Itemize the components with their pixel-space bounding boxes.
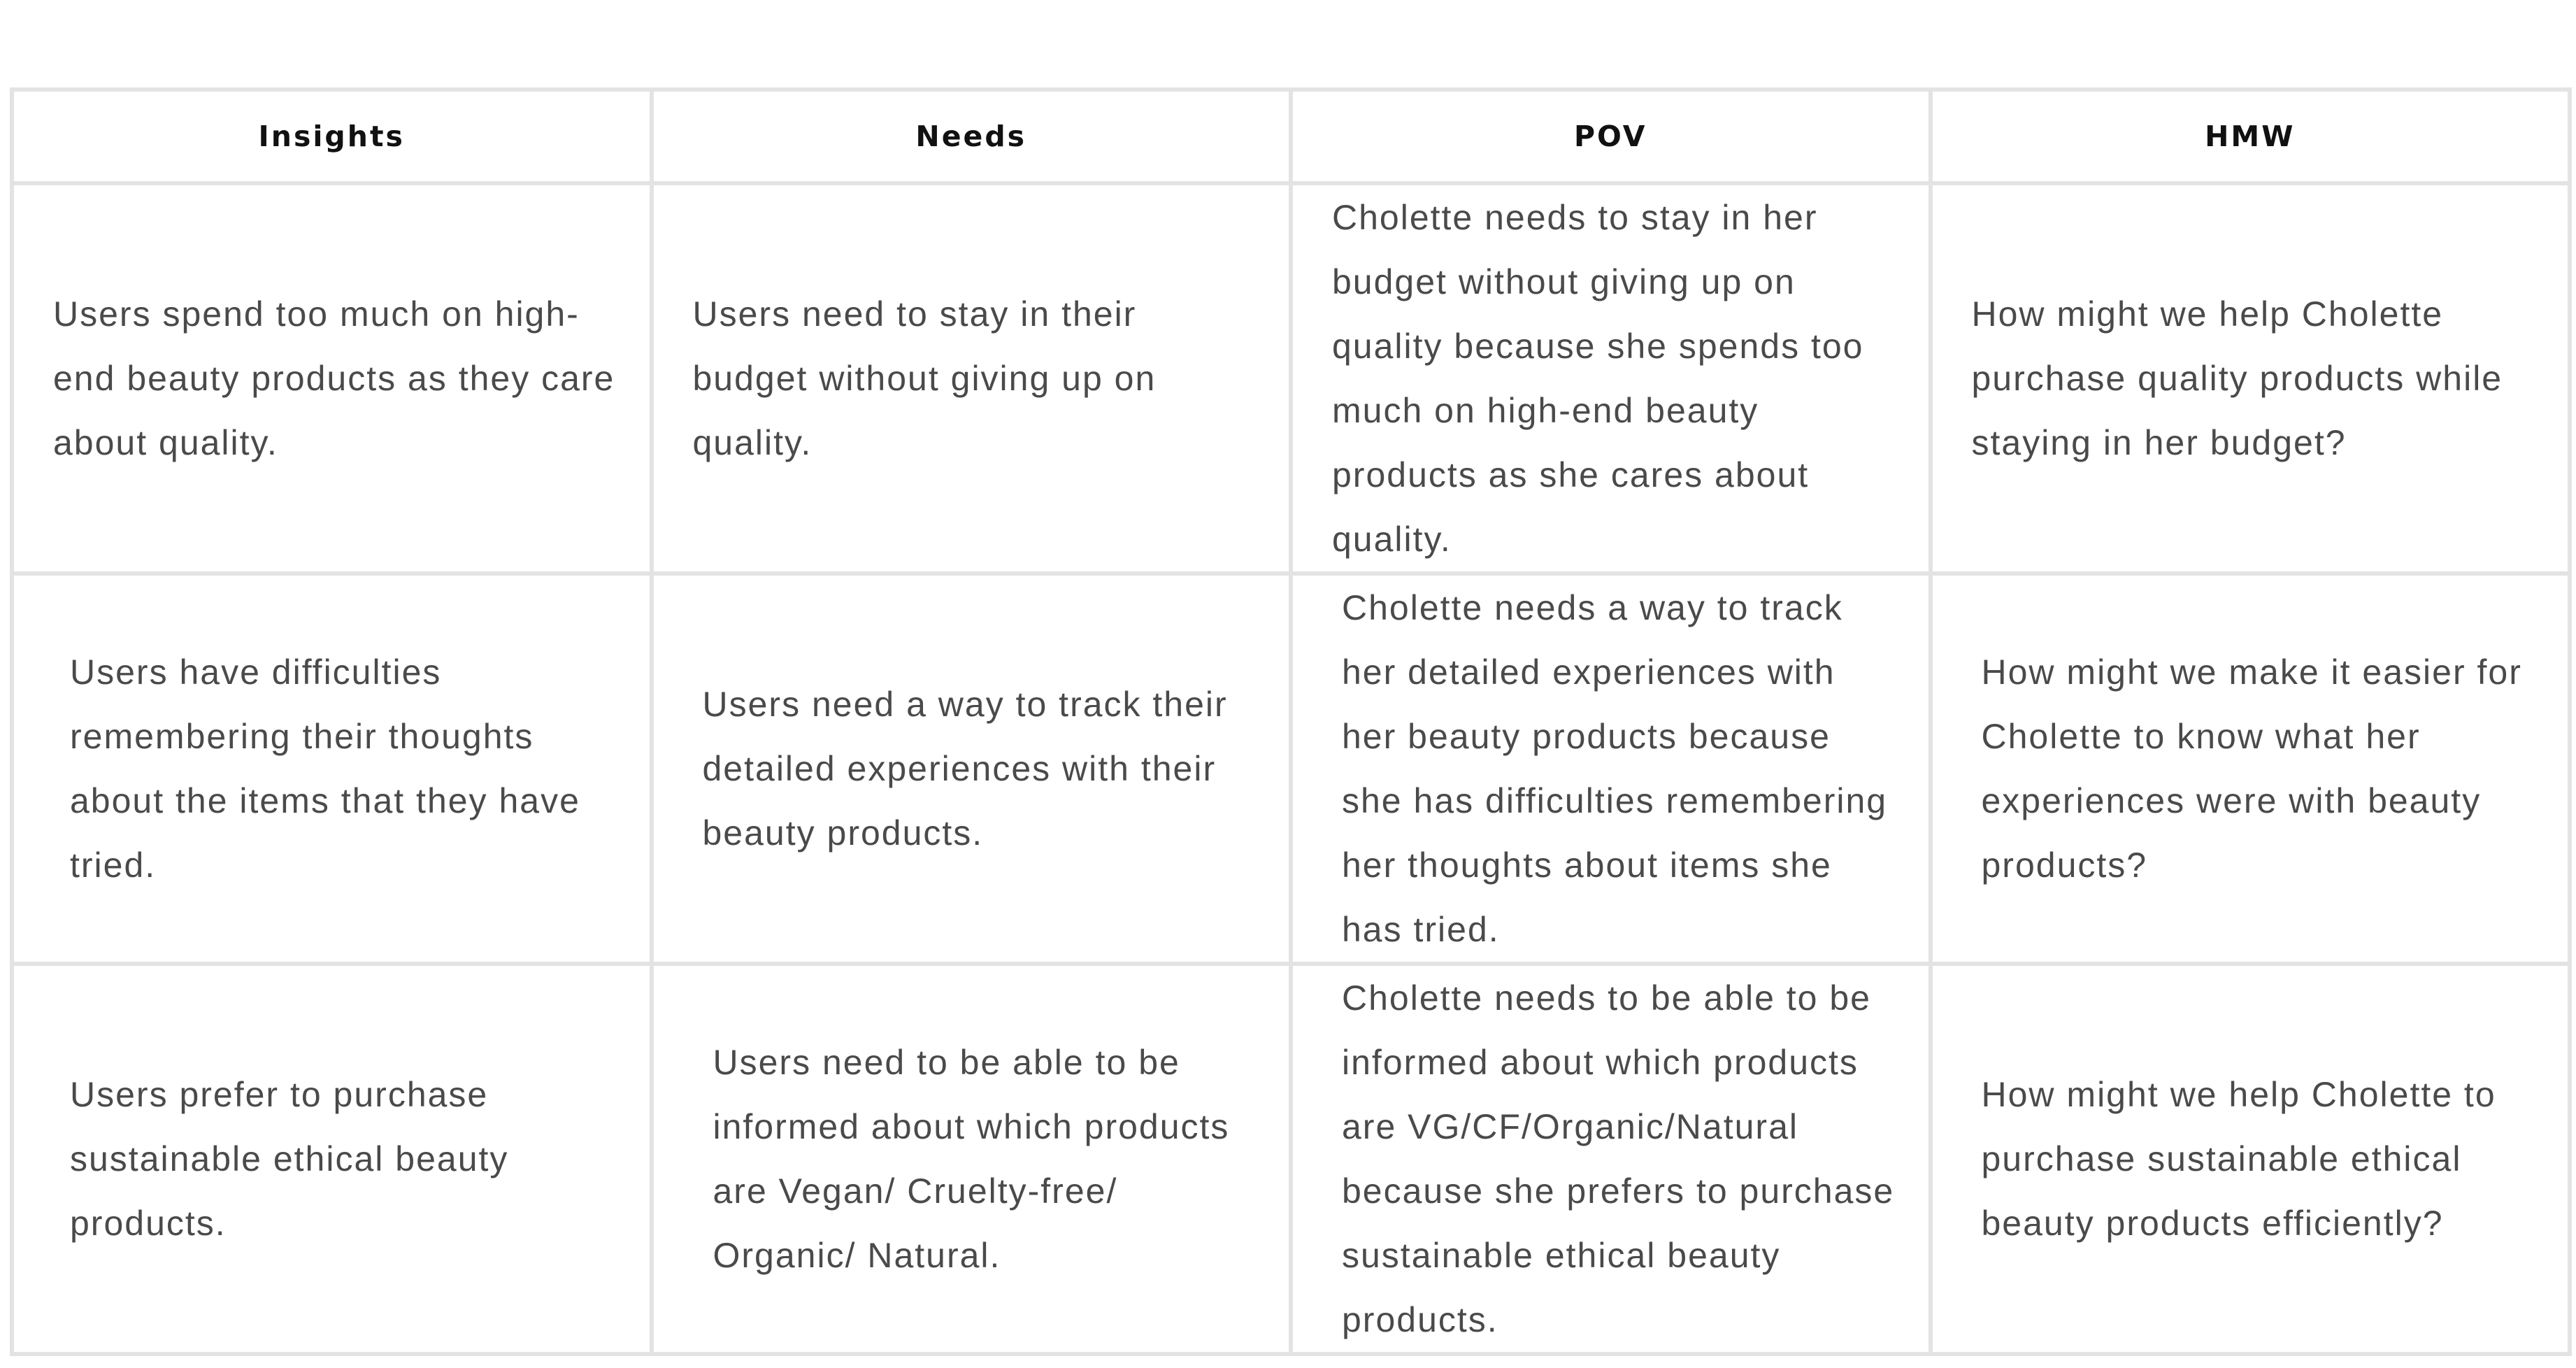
- header-needs: Needs: [649, 87, 1293, 185]
- need-cell: Users need a way to track their detailed…: [649, 571, 1293, 966]
- cell-text: How might we help Cholette purchase qual…: [1971, 294, 2503, 462]
- pov-cell: Cholette needs to be able to be informed…: [1289, 962, 1933, 1356]
- need-cell: Users need to stay in their budget witho…: [649, 181, 1293, 576]
- cell-text: Cholette needs a way to track her detail…: [1342, 588, 1888, 949]
- cell-text: Users need a way to track their detailed…: [702, 685, 1228, 853]
- header-insights: Insights: [10, 87, 654, 185]
- table-row: Users have difficulties remembering thei…: [10, 571, 2572, 966]
- cell-text: Users have difficulties remembering thei…: [70, 653, 580, 885]
- table-header: Insights Needs POV HMW: [10, 87, 2572, 185]
- need-cell: Users need to be able to be informed abo…: [649, 962, 1293, 1356]
- cell-text: Cholette needs to stay in her budget wit…: [1332, 198, 1864, 559]
- insight-cell: Users have difficulties remembering thei…: [10, 571, 654, 966]
- cell-text: How might we help Cholette to purchase s…: [1981, 1075, 2496, 1243]
- pov-cell: Cholette needs a way to track her detail…: [1289, 571, 1933, 966]
- header-hmw: HMW: [1928, 87, 2572, 185]
- cell-text: Users need to be able to be informed abo…: [713, 1043, 1230, 1275]
- hmw-cell: How might we make it easier for Cholette…: [1928, 571, 2572, 966]
- table-row: Users prefer to purchase sustainable eth…: [10, 962, 2572, 1356]
- cell-text: Cholette needs to be able to be informed…: [1342, 978, 1895, 1339]
- header-pov: POV: [1289, 87, 1933, 185]
- hmw-cell: How might we help Cholette to purchase s…: [1928, 962, 2572, 1356]
- insight-cell: Users spend too much on high-end beauty …: [10, 181, 654, 576]
- table-row: Users spend too much on high-end beauty …: [10, 181, 2572, 576]
- pov-cell: Cholette needs to stay in her budget wit…: [1289, 181, 1933, 576]
- insight-cell: Users prefer to purchase sustainable eth…: [10, 962, 654, 1356]
- cell-text: Users need to stay in their budget witho…: [692, 294, 1157, 462]
- cell-text: Users prefer to purchase sustainable eth…: [70, 1075, 509, 1243]
- hmw-cell: How might we help Cholette purchase qual…: [1928, 181, 2572, 576]
- cell-text: Users spend too much on high-end beauty …: [53, 294, 615, 462]
- table-body: Users spend too much on high-end beauty …: [10, 181, 2572, 1356]
- insights-needs-pov-hmw-table: Insights Needs POV HMW Users spend too m…: [10, 87, 2572, 1356]
- header-row: Insights Needs POV HMW: [10, 87, 2572, 185]
- cell-text: How might we make it easier for Cholette…: [1981, 653, 2522, 885]
